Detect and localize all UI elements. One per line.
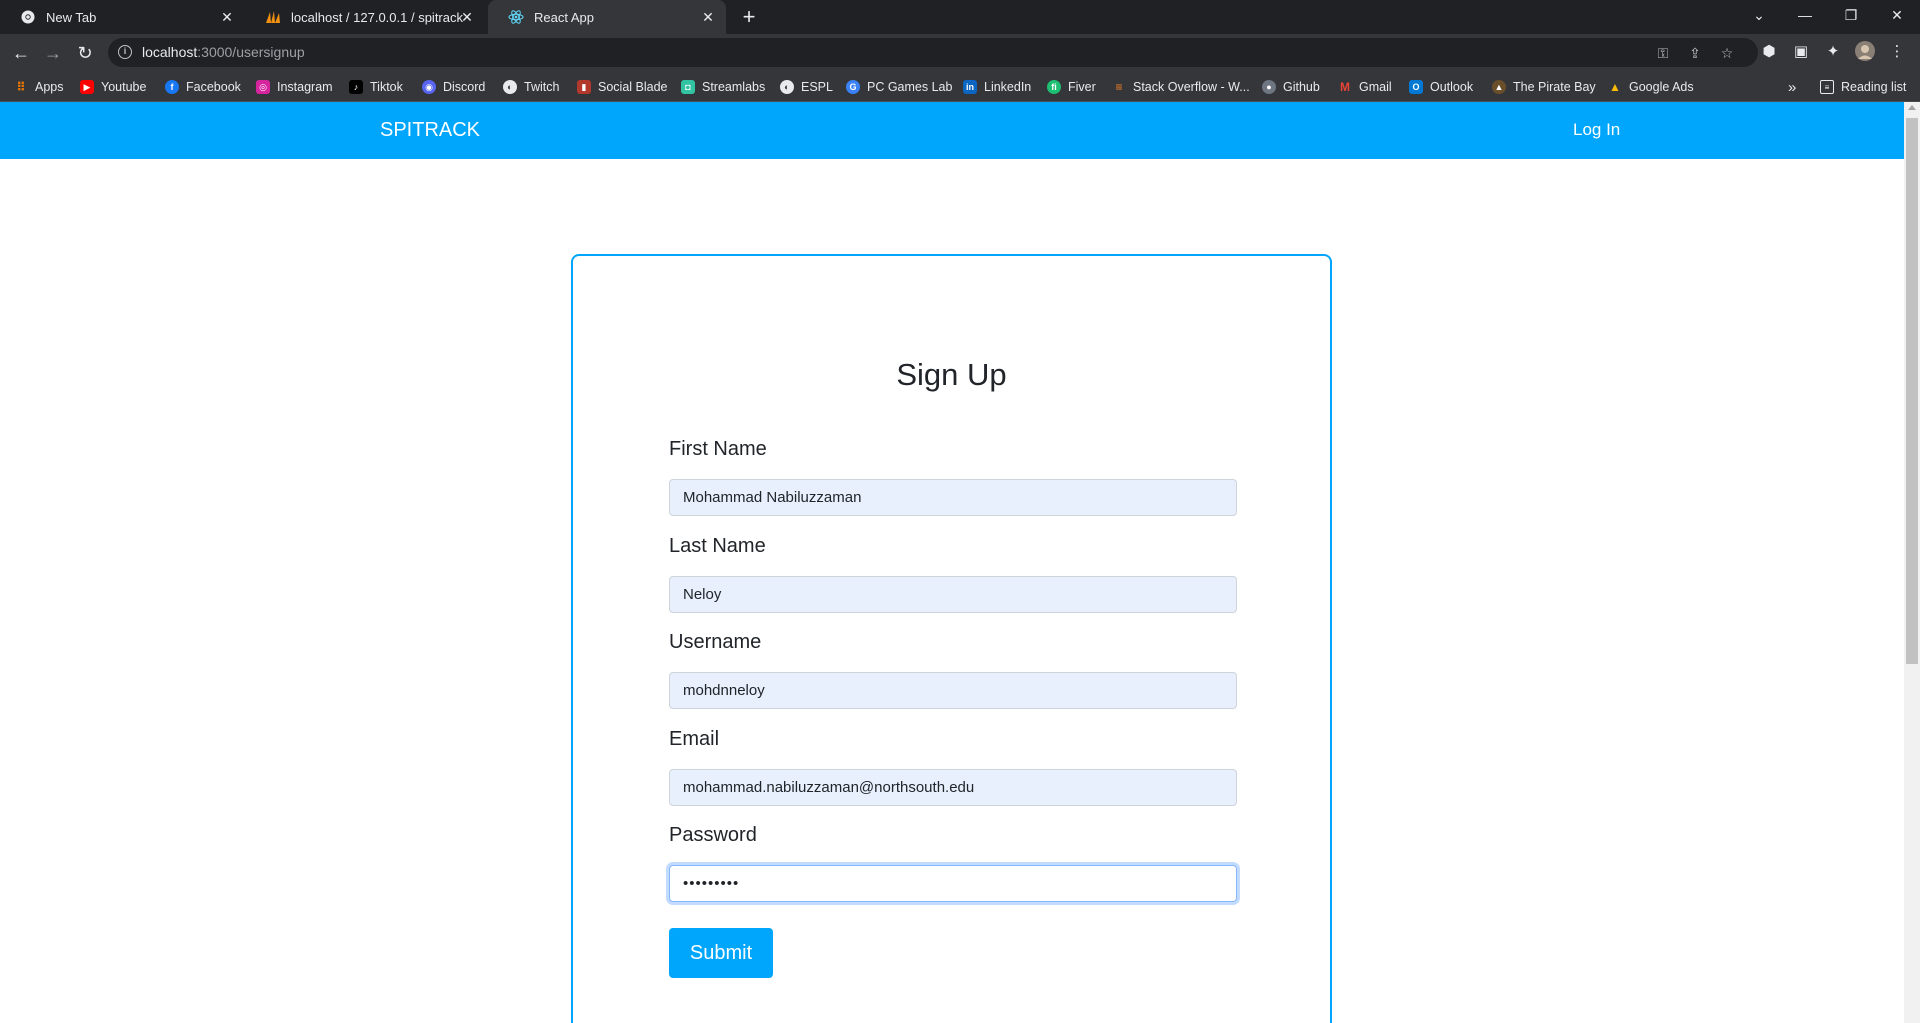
youtube-icon: ▶ [80, 80, 94, 94]
extension-icon[interactable]: ▣ [1790, 41, 1812, 63]
bookmark-linkedin[interactable]: in LinkedIn [963, 78, 1031, 96]
bookmark-streamlabs[interactable]: ◘ Streamlabs [681, 78, 765, 96]
avatar[interactable] [1854, 41, 1876, 63]
new-tab-button[interactable]: + [737, 5, 761, 29]
pirate-ship-icon: ▲ [1492, 80, 1506, 94]
password-input[interactable]: ••••••••• [669, 865, 1237, 902]
reload-icon[interactable]: ↻ [72, 40, 98, 66]
tiktok-icon: ♪ [349, 80, 363, 94]
brand-logo[interactable]: SPITRACK [380, 119, 480, 142]
reading-list-icon: ≡ [1820, 80, 1834, 94]
bookmarks-bar: ⠿ Apps ▶ Youtube f Facebook ◎ Instagram ♪ Tik… [0, 71, 1920, 102]
bookmark-twitch[interactable]: ◐ Twitch [503, 78, 559, 96]
first-name-input[interactable]: Mohammad Nabiluzzaman [669, 479, 1237, 516]
github-icon: ● [1262, 80, 1276, 94]
first-name-label: First Name [669, 438, 767, 460]
chrome-icon [20, 9, 36, 25]
minimize-icon[interactable]: — [1782, 0, 1828, 30]
close-tab-icon[interactable]: ✕ [219, 9, 235, 25]
site-info-icon[interactable]: i [118, 45, 132, 59]
bookmark-github[interactable]: ● Github [1262, 78, 1320, 96]
tab-react-app[interactable]: React App ✕ [488, 0, 726, 34]
close-window-icon[interactable]: ✕ [1874, 0, 1920, 30]
bookmark-outlook[interactable]: O Outlook [1409, 78, 1473, 96]
username-label: Username [669, 631, 762, 653]
email-label: Email [669, 728, 720, 750]
bookmark-tiktok[interactable]: ♪ Tiktok [349, 78, 403, 96]
bookmark-google-ads[interactable]: ▲ Google Ads [1608, 78, 1694, 96]
phpmyadmin-icon [265, 9, 281, 25]
linkedin-icon: in [963, 80, 977, 94]
signup-card: Sign Up First Name Mohammad Nabiluzzaman… [571, 254, 1332, 1023]
last-name-label: Last Name [669, 535, 766, 557]
extension-icon[interactable]: ⬢ [1758, 41, 1780, 63]
username-input[interactable]: mohdnneloy [669, 672, 1237, 709]
bookmark-fiver[interactable]: fi Fiver [1047, 78, 1096, 96]
page-content: SPITRACK Log In Sign Up First Name Moham… [0, 102, 1904, 1023]
discord-icon: ◉ [422, 80, 436, 94]
bookmark-instagram[interactable]: ◎ Instagram [256, 78, 333, 96]
login-link[interactable]: Log In [1573, 120, 1620, 140]
social-blade-icon: ▮ [577, 80, 591, 94]
bookmark-social-blade[interactable]: ▮ Social Blade [577, 78, 668, 96]
bookmarks-overflow-icon[interactable]: » [1788, 78, 1796, 96]
browser-toolbar: ← → ↻ i localhost:3000/usersignup ⚿ ⇪ ☆ … [0, 34, 1920, 71]
tab-strip: New Tab ✕ localhost / 127.0.0.1 / spitra… [0, 0, 1920, 34]
pc-games-lab-icon: G [846, 80, 860, 94]
top-navbar: SPITRACK Log In [0, 102, 1904, 159]
tab-title: localhost / 127.0.0.1 / spitrack / c [291, 9, 466, 25]
tab-title: React App [534, 9, 594, 25]
forward-icon[interactable]: → [40, 40, 66, 66]
bookmark-star-icon[interactable]: ☆ [1718, 44, 1736, 62]
streamlabs-icon: ◘ [681, 80, 695, 94]
submit-button[interactable]: Submit [669, 928, 773, 978]
globe-icon: ◐ [780, 80, 794, 94]
page-scrollbar[interactable] [1904, 102, 1920, 1023]
bookmark-stack-overflow[interactable]: ≡ Stack Overflow - W... [1112, 78, 1249, 96]
tab-phpmyadmin[interactable]: localhost / 127.0.0.1 / spitrack / c ✕ [245, 0, 485, 34]
tab-search-icon[interactable]: ⌄ [1736, 0, 1782, 30]
address-bar[interactable]: i localhost:3000/usersignup ⚿ ⇪ ☆ [108, 38, 1758, 67]
key-icon[interactable]: ⚿ [1654, 44, 1672, 62]
extensions-puzzle-icon[interactable]: ✦ [1822, 41, 1844, 63]
apps-grid-icon: ⠿ [16, 80, 26, 94]
reading-list[interactable]: ≡ Reading list [1820, 78, 1906, 96]
outlook-icon: O [1409, 80, 1423, 94]
close-tab-icon[interactable]: ✕ [459, 9, 475, 25]
bookmark-youtube[interactable]: ▶ Youtube [80, 78, 146, 96]
close-tab-icon[interactable]: ✕ [700, 9, 716, 25]
fiverr-icon: fi [1047, 80, 1061, 94]
url-text[interactable]: localhost:3000/usersignup [142, 44, 305, 60]
page-title: Sign Up [896, 357, 1007, 392]
last-name-input[interactable]: Neloy [669, 576, 1237, 613]
scroll-up-icon[interactable] [1908, 105, 1916, 110]
tab-new-tab[interactable]: New Tab ✕ [0, 0, 245, 34]
instagram-icon: ◎ [256, 80, 270, 94]
bookmark-pc-games-lab[interactable]: G PC Games Lab [846, 78, 952, 96]
google-ads-icon: ▲ [1609, 80, 1621, 94]
globe-icon: ◐ [503, 80, 517, 94]
bookmark-gmail[interactable]: M Gmail [1338, 78, 1392, 96]
bookmark-facebook[interactable]: f Facebook [165, 78, 241, 96]
restore-icon[interactable]: ❐ [1828, 0, 1874, 30]
tab-title: New Tab [46, 9, 97, 25]
bookmark-apps[interactable]: ⠿ Apps [14, 78, 63, 96]
bookmark-the-pirate-bay[interactable]: ▲ The Pirate Bay [1492, 78, 1596, 96]
bookmark-espl[interactable]: ◐ ESPL [780, 78, 833, 96]
react-icon [508, 9, 524, 25]
gmail-icon: M [1340, 80, 1350, 94]
menu-icon[interactable]: ⋮ [1886, 41, 1908, 63]
bookmark-discord[interactable]: ◉ Discord [422, 78, 485, 96]
facebook-icon: f [165, 80, 179, 94]
password-label: Password [669, 824, 757, 846]
stack-overflow-icon: ≡ [1115, 80, 1123, 94]
scrollbar-thumb[interactable] [1906, 118, 1918, 664]
email-input[interactable]: mohammad.nabiluzzaman@northsouth.edu [669, 769, 1237, 806]
share-icon[interactable]: ⇪ [1686, 44, 1704, 62]
back-icon[interactable]: ← [8, 40, 34, 66]
